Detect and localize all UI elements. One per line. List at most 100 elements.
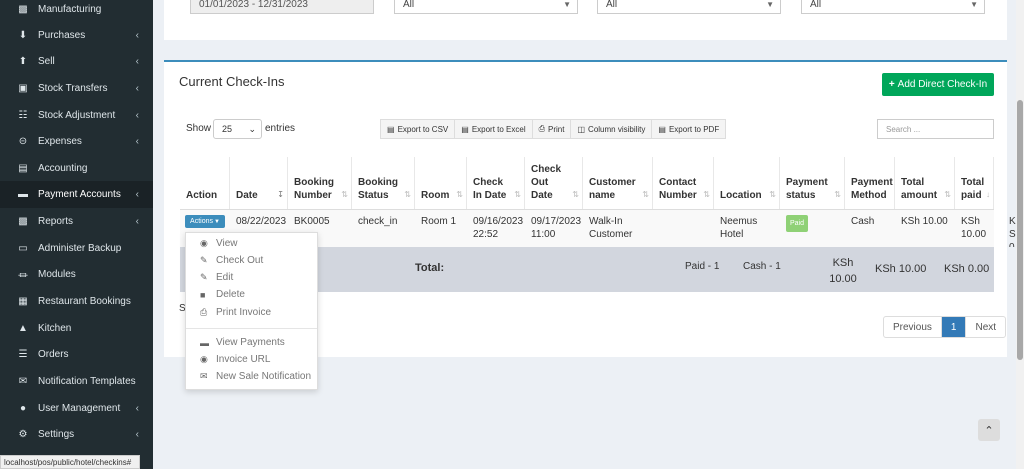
col-check-in-date[interactable]: Check In Date ⇅ <box>467 157 525 209</box>
menu-item-invoice-url[interactable]: ◉ Invoice URL <box>200 354 270 365</box>
scrollbar-thumb[interactable] <box>1017 100 1023 360</box>
trash-icon: ■ <box>200 289 206 300</box>
column-header: Contact Number <box>659 177 697 201</box>
plus-icon: + <box>888 79 895 90</box>
sidebar-item-modules[interactable]: ⏛ Modules <box>0 261 153 288</box>
menu-item-label: Edit <box>216 272 234 283</box>
sort-icon: ⇅ <box>341 190 348 199</box>
sidebar-item-user-management[interactable]: ● User Management ‹ <box>0 395 153 422</box>
column-visibility-button[interactable]: ◫ Column visibility <box>571 120 653 138</box>
file-excel-icon: ▤ <box>461 124 469 134</box>
col-total-amount[interactable]: Total amount ⇅ <box>895 157 955 209</box>
chevron-left-icon: ‹ <box>135 110 139 121</box>
col-location[interactable]: Location ⇅ <box>714 157 780 209</box>
export-excel-button[interactable]: ▤ Export to Excel <box>455 120 533 138</box>
col-total-paid[interactable]: Total paid ↓ <box>955 157 994 209</box>
menu-item-delete[interactable]: ■ Delete <box>200 289 245 300</box>
print-button[interactable]: ⎙ Print <box>533 120 572 138</box>
search-input[interactable]: Search ... <box>877 119 994 139</box>
export-csv-button[interactable]: ▤ Export to CSV <box>381 120 456 138</box>
sidebar-item-notification-templates[interactable]: ✉ Notification Templates <box>0 368 153 395</box>
list-icon: ☰ <box>18 349 28 360</box>
file-icon: ▤ <box>18 163 28 174</box>
sidebar-item-label: Payment Accounts <box>38 189 121 200</box>
sidebar-item-label: Manufacturing <box>38 4 102 15</box>
filter-select-value: All <box>606 0 618 10</box>
col-payment-method[interactable]: Payment Method <box>845 157 895 209</box>
menu-item-view[interactable]: ◉ View <box>200 238 238 249</box>
col-booking-status[interactable]: Booking Status ⇅ <box>352 157 415 209</box>
sort-icon: ⇅ <box>572 190 579 199</box>
col-payment-status[interactable]: Payment status ⇅ <box>780 157 845 209</box>
sidebar-item-settings[interactable]: ⚙ Settings ‹ <box>0 421 153 448</box>
caret-down-icon: ▼ <box>214 218 220 225</box>
column-header: Date <box>236 190 258 201</box>
sidebar-item-administer-backup[interactable]: ▭ Administer Backup <box>0 235 153 262</box>
cell-contact-number <box>653 209 714 247</box>
sidebar-item-expenses[interactable]: ⊝ Expenses ‹ <box>0 128 153 155</box>
sidebar-item-label: Expenses <box>38 136 82 147</box>
menu-item-label: Delete <box>216 289 245 300</box>
menu-item-print-invoice[interactable]: ⎙ Print Invoice <box>200 307 271 318</box>
footer-sum-1: KSh 10.00 <box>829 257 857 285</box>
sidebar-item-reports[interactable]: ▩ Reports ‹ <box>0 208 153 235</box>
col-date[interactable]: Date ↧ <box>230 157 288 209</box>
cell-payment-method: Cash <box>851 216 875 227</box>
sort-icon: ⇅ <box>404 190 411 199</box>
export-pdf-button[interactable]: ▤ Export to PDF <box>652 120 725 138</box>
sidebar-item-manufacturing[interactable]: ▩ Manufacturing <box>0 0 153 23</box>
menu-item-new-sale-notification[interactable]: ✉ New Sale Notification <box>200 371 311 382</box>
cell-payment-status: Paid <box>780 209 845 247</box>
sidebar-item-stock-adjustment[interactable]: ☷ Stock Adjustment ‹ <box>0 102 153 129</box>
page-size-select[interactable]: 25 ⌄ <box>213 119 262 139</box>
menu-item-view-payments[interactable]: ▬ View Payments <box>200 337 285 348</box>
eye-icon: ◉ <box>200 238 208 248</box>
fire-icon: ▲ <box>18 323 28 334</box>
col-action[interactable]: Action <box>180 157 230 209</box>
show-label: Show <box>186 123 212 134</box>
actions-dropdown-button[interactable]: Actions ▼ <box>185 215 225 228</box>
sidebar-item-kitchen[interactable]: ▲ Kitchen <box>0 315 153 342</box>
columns-icon: ◫ <box>577 124 586 134</box>
pagination-page-1[interactable]: 1 <box>941 317 966 337</box>
filter-select-3[interactable]: All ▼ <box>801 0 985 14</box>
export-label: Export to CSV <box>397 124 449 134</box>
plug-icon: ⏛ <box>18 271 28 282</box>
sort-icon: ⇅ <box>456 190 463 199</box>
scroll-to-top-button[interactable]: ⌃ <box>978 419 1000 441</box>
col-contact-number[interactable]: Contact Number ⇅ <box>653 157 714 209</box>
col-customer-name[interactable]: Customer name ⇅ <box>583 157 653 209</box>
col-booking-number[interactable]: Booking Number ⇅ <box>288 157 352 209</box>
edit-icon: ✎ <box>200 272 208 282</box>
column-header: Total paid <box>961 177 985 201</box>
col-check-out-date[interactable]: Check Out Date ⇅ <box>525 157 583 209</box>
sidebar-item-label: Stock Transfers <box>38 83 108 94</box>
menu-item-edit[interactable]: ✎ Edit <box>200 272 233 283</box>
users-icon: ● <box>19 403 27 414</box>
cell-check-out-date: 09/17/2023 11:00 <box>531 216 582 240</box>
minus-circle-icon: ⊝ <box>18 136 28 147</box>
filter-select-1[interactable]: All ▼ <box>394 0 578 14</box>
column-header: Customer name <box>589 177 636 201</box>
date-range-input[interactable]: 01/01/2023 - 12/31/2023 <box>190 0 374 14</box>
add-direct-checkin-button[interactable]: + Add Direct Check-In <box>882 73 994 96</box>
sidebar-item-stock-transfers[interactable]: ▣ Stock Transfers ‹ <box>0 75 153 102</box>
pagination-next[interactable]: Next <box>965 317 1005 337</box>
sidebar-item-payment-accounts[interactable]: ▬ Payment Accounts ‹ <box>0 181 153 208</box>
menu-item-check-out[interactable]: ✎ Check Out <box>200 255 263 266</box>
sidebar-item-accounting[interactable]: ▤ Accounting <box>0 155 153 182</box>
sidebar-item-orders[interactable]: ☰ Orders <box>0 341 153 368</box>
sidebar-item-label: Reports <box>38 216 74 227</box>
chevron-left-icon: ‹ <box>135 30 139 41</box>
sidebar-item-sell[interactable]: ⬆ Sell ‹ <box>0 48 153 75</box>
chevron-left-icon: ‹ <box>135 136 139 147</box>
pagination-previous[interactable]: Previous <box>884 317 942 337</box>
col-room[interactable]: Room ⇅ <box>415 157 467 209</box>
cell-room: Room 1 <box>421 216 457 227</box>
filter-select-2[interactable]: All ▼ <box>597 0 781 14</box>
caret-down-icon: ▼ <box>563 0 571 9</box>
page-scrollbar[interactable] <box>1016 0 1024 469</box>
sidebar-item-restaurant-bookings[interactable]: ▦ Restaurant Bookings <box>0 288 153 315</box>
sidebar-item-purchases[interactable]: ⬇ Purchases ‹ <box>0 22 153 49</box>
database-icon: ☷ <box>18 110 28 121</box>
